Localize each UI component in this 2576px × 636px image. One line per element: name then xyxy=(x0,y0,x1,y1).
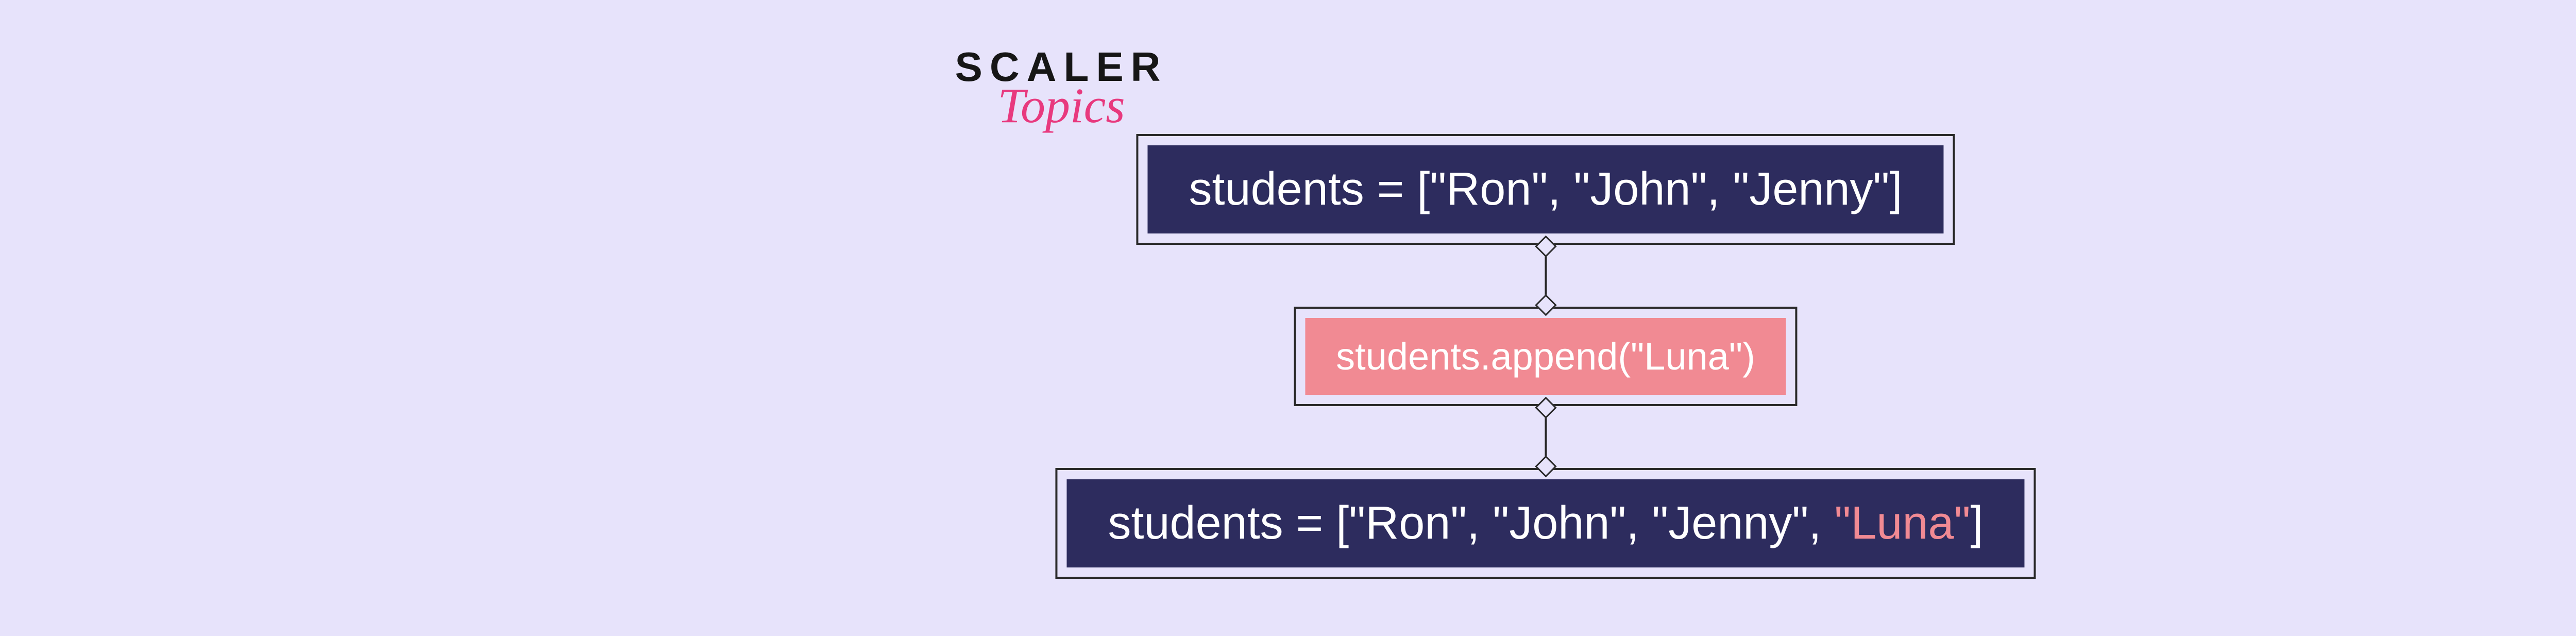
box-initial-list-outer: students = ["Ron", "John", "Jenny"] xyxy=(1137,134,1955,245)
connector-2 xyxy=(1545,406,1547,468)
box-result-list-outer: students = ["Ron", "John", "Jenny", "Lun… xyxy=(1055,468,2036,579)
connector-1 xyxy=(1545,245,1547,307)
result-prefix: students = ["Ron", "John", "Jenny", xyxy=(1108,497,1834,549)
result-appended-item: "Luna" xyxy=(1834,497,1970,549)
box-append-call: students.append("Luna") xyxy=(1305,318,1786,395)
box-initial-list: students = ["Ron", "John", "Jenny"] xyxy=(1148,145,1944,233)
scaler-topics-logo: SCALER Topics xyxy=(943,46,1180,127)
box-append-call-outer: students.append("Luna") xyxy=(1294,307,1798,406)
append-diagram: students = ["Ron", "John", "Jenny"] stud… xyxy=(1055,134,2036,579)
box-result-list: students = ["Ron", "John", "Jenny", "Lun… xyxy=(1066,479,2024,567)
result-suffix: ] xyxy=(1971,497,1984,549)
logo-sub-text: Topics xyxy=(943,85,1180,127)
